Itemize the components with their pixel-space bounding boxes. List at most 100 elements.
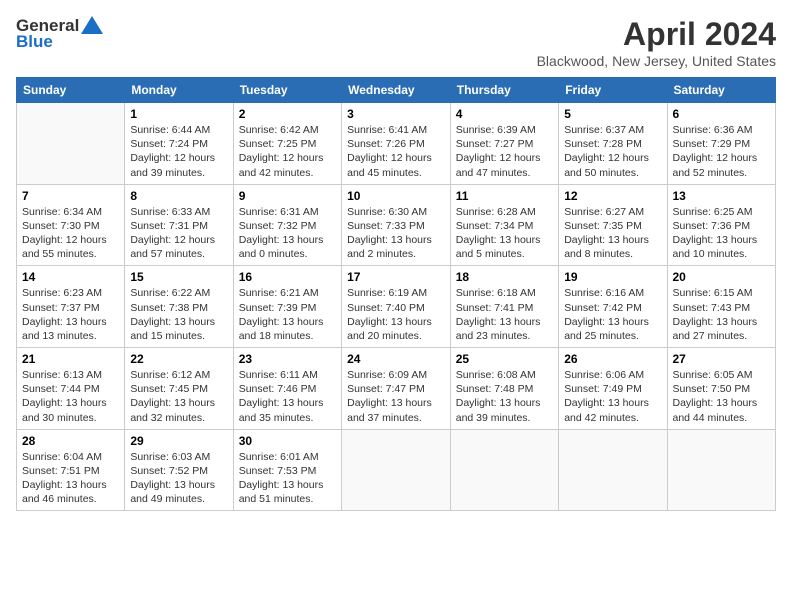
day-info: Sunrise: 6:33 AM Sunset: 7:31 PM Dayligh… bbox=[130, 205, 227, 262]
header-monday: Monday bbox=[125, 78, 233, 103]
day-info: Sunrise: 6:44 AM Sunset: 7:24 PM Dayligh… bbox=[130, 123, 227, 180]
day-info: Sunrise: 6:19 AM Sunset: 7:40 PM Dayligh… bbox=[347, 286, 445, 343]
calendar-cell: 27 Sunrise: 6:05 AM Sunset: 7:50 PM Dayli… bbox=[667, 348, 776, 430]
day-number: 4 bbox=[456, 107, 553, 121]
calendar-cell: 11 Sunrise: 6:28 AM Sunset: 7:34 PM Dayli… bbox=[450, 184, 558, 266]
day-number: 23 bbox=[239, 352, 336, 366]
calendar-week-row: 21 Sunrise: 6:13 AM Sunset: 7:44 PM Dayli… bbox=[17, 348, 776, 430]
day-info: Sunrise: 6:21 AM Sunset: 7:39 PM Dayligh… bbox=[239, 286, 336, 343]
day-info: Sunrise: 6:28 AM Sunset: 7:34 PM Dayligh… bbox=[456, 205, 553, 262]
calendar-cell: 18 Sunrise: 6:18 AM Sunset: 7:41 PM Dayli… bbox=[450, 266, 558, 348]
day-number: 21 bbox=[22, 352, 119, 366]
calendar-cell: 2Sunrise: 6:42 AM Sunset: 7:25 PM Daylig… bbox=[233, 103, 341, 185]
day-info: Sunrise: 6:27 AM Sunset: 7:35 PM Dayligh… bbox=[564, 205, 661, 262]
location: Blackwood, New Jersey, United States bbox=[537, 53, 776, 69]
calendar-cell: 17 Sunrise: 6:19 AM Sunset: 7:40 PM Dayli… bbox=[342, 266, 451, 348]
day-number: 25 bbox=[456, 352, 553, 366]
calendar-cell: 7 Sunrise: 6:34 AM Sunset: 7:30 PM Daylig… bbox=[17, 184, 125, 266]
day-info: Sunrise: 6:18 AM Sunset: 7:41 PM Dayligh… bbox=[456, 286, 553, 343]
calendar-cell: 30 Sunrise: 6:01 AM Sunset: 7:53 PM Dayli… bbox=[233, 429, 341, 511]
day-number: 8 bbox=[130, 189, 227, 203]
day-info: Sunrise: 6:12 AM Sunset: 7:45 PM Dayligh… bbox=[130, 368, 227, 425]
day-number: 11 bbox=[456, 189, 553, 203]
day-info: Sunrise: 6:22 AM Sunset: 7:38 PM Dayligh… bbox=[130, 286, 227, 343]
calendar-week-row: 28 Sunrise: 6:04 AM Sunset: 7:51 PM Dayli… bbox=[17, 429, 776, 511]
calendar-cell bbox=[342, 429, 451, 511]
day-info: Sunrise: 6:37 AM Sunset: 7:28 PM Dayligh… bbox=[564, 123, 661, 180]
calendar-cell: 26 Sunrise: 6:06 AM Sunset: 7:49 PM Dayli… bbox=[559, 348, 667, 430]
calendar-cell: 20 Sunrise: 6:15 AM Sunset: 7:43 PM Dayli… bbox=[667, 266, 776, 348]
day-number: 6 bbox=[673, 107, 771, 121]
day-info: Sunrise: 6:36 AM Sunset: 7:29 PM Dayligh… bbox=[673, 123, 771, 180]
day-info: Sunrise: 6:01 AM Sunset: 7:53 PM Dayligh… bbox=[239, 450, 336, 507]
day-number: 1 bbox=[130, 107, 227, 121]
day-info: Sunrise: 6:05 AM Sunset: 7:50 PM Dayligh… bbox=[673, 368, 771, 425]
day-number: 12 bbox=[564, 189, 661, 203]
day-number: 29 bbox=[130, 434, 227, 448]
calendar-cell: 3 Sunrise: 6:41 AM Sunset: 7:26 PM Daylig… bbox=[342, 103, 451, 185]
header-thursday: Thursday bbox=[450, 78, 558, 103]
calendar-cell: 9 Sunrise: 6:31 AM Sunset: 7:32 PM Daylig… bbox=[233, 184, 341, 266]
calendar-cell: 16 Sunrise: 6:21 AM Sunset: 7:39 PM Dayli… bbox=[233, 266, 341, 348]
day-info: Sunrise: 6:06 AM Sunset: 7:49 PM Dayligh… bbox=[564, 368, 661, 425]
day-info: Sunrise: 6:34 AM Sunset: 7:30 PM Dayligh… bbox=[22, 205, 119, 262]
calendar-cell: 1 Sunrise: 6:44 AM Sunset: 7:24 PM Daylig… bbox=[125, 103, 233, 185]
calendar-cell: 29 Sunrise: 6:03 AM Sunset: 7:52 PM Dayli… bbox=[125, 429, 233, 511]
calendar-cell: 14 Sunrise: 6:23 AM Sunset: 7:37 PM Dayli… bbox=[17, 266, 125, 348]
calendar-cell bbox=[450, 429, 558, 511]
calendar-cell bbox=[559, 429, 667, 511]
day-number: 20 bbox=[673, 270, 771, 284]
day-info: Sunrise: 6:13 AM Sunset: 7:44 PM Dayligh… bbox=[22, 368, 119, 425]
day-number: 13 bbox=[673, 189, 771, 203]
day-info: Sunrise: 6:03 AM Sunset: 7:52 PM Dayligh… bbox=[130, 450, 227, 507]
logo-icon bbox=[81, 16, 103, 34]
calendar-cell: 22Sunrise: 6:12 AM Sunset: 7:45 PM Dayli… bbox=[125, 348, 233, 430]
day-number: 18 bbox=[456, 270, 553, 284]
day-info: Sunrise: 6:16 AM Sunset: 7:42 PM Dayligh… bbox=[564, 286, 661, 343]
day-number: 3 bbox=[347, 107, 445, 121]
calendar-cell bbox=[667, 429, 776, 511]
day-number: 17 bbox=[347, 270, 445, 284]
day-number: 14 bbox=[22, 270, 119, 284]
day-number: 24 bbox=[347, 352, 445, 366]
day-number: 7 bbox=[22, 189, 119, 203]
day-number: 9 bbox=[239, 189, 336, 203]
day-info: Sunrise: 6:04 AM Sunset: 7:51 PM Dayligh… bbox=[22, 450, 119, 507]
calendar-cell: 21 Sunrise: 6:13 AM Sunset: 7:44 PM Dayli… bbox=[17, 348, 125, 430]
calendar-cell: 5 Sunrise: 6:37 AM Sunset: 7:28 PM Daylig… bbox=[559, 103, 667, 185]
calendar-cell: 12 Sunrise: 6:27 AM Sunset: 7:35 PM Dayli… bbox=[559, 184, 667, 266]
calendar-cell: 25 Sunrise: 6:08 AM Sunset: 7:48 PM Dayli… bbox=[450, 348, 558, 430]
day-number: 19 bbox=[564, 270, 661, 284]
day-number: 5 bbox=[564, 107, 661, 121]
calendar-week-row: 1 Sunrise: 6:44 AM Sunset: 7:24 PM Daylig… bbox=[17, 103, 776, 185]
day-info: Sunrise: 6:23 AM Sunset: 7:37 PM Dayligh… bbox=[22, 286, 119, 343]
calendar-cell: 19 Sunrise: 6:16 AM Sunset: 7:42 PM Dayli… bbox=[559, 266, 667, 348]
day-number: 28 bbox=[22, 434, 119, 448]
day-number: 2 bbox=[239, 107, 336, 121]
header-friday: Friday bbox=[559, 78, 667, 103]
day-number: 26 bbox=[564, 352, 661, 366]
calendar-cell: 23Sunrise: 6:11 AM Sunset: 7:46 PM Dayli… bbox=[233, 348, 341, 430]
day-info: Sunrise: 6:31 AM Sunset: 7:32 PM Dayligh… bbox=[239, 205, 336, 262]
day-info: Sunrise: 6:25 AM Sunset: 7:36 PM Dayligh… bbox=[673, 205, 771, 262]
day-info: Sunrise: 6:08 AM Sunset: 7:48 PM Dayligh… bbox=[456, 368, 553, 425]
calendar-header-row: Sunday Monday Tuesday Wednesday Thursday… bbox=[17, 78, 776, 103]
calendar-cell: 15Sunrise: 6:22 AM Sunset: 7:38 PM Dayli… bbox=[125, 266, 233, 348]
header-sunday: Sunday bbox=[17, 78, 125, 103]
day-number: 16 bbox=[239, 270, 336, 284]
day-info: Sunrise: 6:15 AM Sunset: 7:43 PM Dayligh… bbox=[673, 286, 771, 343]
calendar-table: Sunday Monday Tuesday Wednesday Thursday… bbox=[16, 77, 776, 511]
calendar-cell: 10 Sunrise: 6:30 AM Sunset: 7:33 PM Dayli… bbox=[342, 184, 451, 266]
day-number: 10 bbox=[347, 189, 445, 203]
day-info: Sunrise: 6:30 AM Sunset: 7:33 PM Dayligh… bbox=[347, 205, 445, 262]
day-number: 27 bbox=[673, 352, 771, 366]
calendar-cell: 28 Sunrise: 6:04 AM Sunset: 7:51 PM Dayli… bbox=[17, 429, 125, 511]
title-block: April 2024 Blackwood, New Jersey, United… bbox=[537, 16, 776, 69]
calendar-cell: 13 Sunrise: 6:25 AM Sunset: 7:36 PM Dayli… bbox=[667, 184, 776, 266]
day-info: Sunrise: 6:41 AM Sunset: 7:26 PM Dayligh… bbox=[347, 123, 445, 180]
header-tuesday: Tuesday bbox=[233, 78, 341, 103]
page-container: General Blue April 2024 Blackwood, New J… bbox=[0, 0, 792, 519]
day-number: 30 bbox=[239, 434, 336, 448]
calendar-cell: 8 Sunrise: 6:33 AM Sunset: 7:31 PM Daylig… bbox=[125, 184, 233, 266]
calendar-cell: 4Sunrise: 6:39 AM Sunset: 7:27 PM Daylig… bbox=[450, 103, 558, 185]
